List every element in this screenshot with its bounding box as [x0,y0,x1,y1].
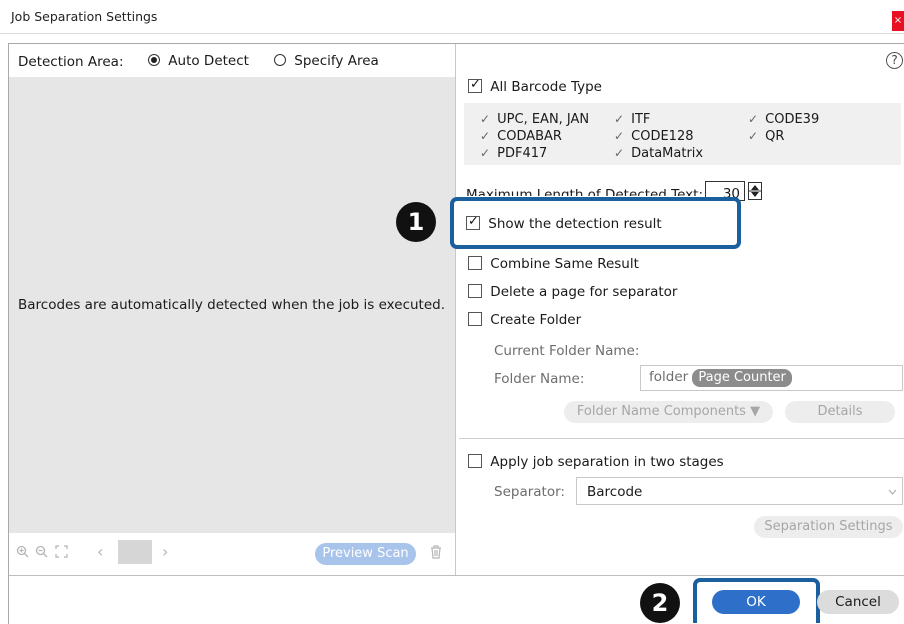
section-divider [459,438,904,439]
create-folder-label: Create Folder [490,312,582,328]
check-icon: ✓ [614,146,625,160]
chevron-down-icon [888,484,897,499]
trash-icon[interactable] [430,545,442,563]
max-length-label: Maximum Length of Detected Text: [466,187,704,196]
specify-area-radio[interactable]: Specify Area [274,53,379,69]
delete-page-label: Delete a page for separator [490,284,678,300]
preview-message: Barcodes are automatically detected when… [18,297,446,313]
footer-divider [9,575,904,576]
checkbox-checked-icon [468,77,482,93]
barcode-type-label: PDF417 [497,146,548,161]
combine-same-result-label: Combine Same Result [490,256,639,272]
barcode-type-label: QR [765,129,785,144]
barcode-type-qr[interactable]: ✓ QR [748,128,784,145]
separator-select[interactable]: Barcode [576,477,903,505]
all-barcode-type-checkbox[interactable]: All Barcode Type [468,77,602,97]
page-number-input[interactable] [118,540,152,564]
check-icon: ✓ [480,112,491,126]
barcode-type-label: CODABAR [497,129,562,144]
barcode-type-label: ITF [631,112,651,127]
current-folder-name-label: Current Folder Name: [494,343,640,359]
fit-page-icon[interactable] [55,545,68,561]
checkbox-icon [468,454,482,468]
check-icon: ✓ [480,129,491,143]
preview-scan-button[interactable]: Preview Scan [315,543,416,565]
auto-detect-radio[interactable]: Auto Detect [148,53,249,69]
check-icon: ✓ [480,146,491,160]
close-button[interactable]: × [892,11,904,31]
barcode-type-itf[interactable]: ✓ ITF [614,111,650,128]
show-detection-result-checkbox[interactable]: Show the detection result [466,214,662,234]
delete-page-checkbox[interactable]: Delete a page for separator [468,284,677,302]
window-title: Job Separation Settings [11,9,158,24]
combine-same-result-checkbox[interactable]: Combine Same Result [468,256,639,274]
detection-area-label: Detection Area: [18,54,124,70]
barcode-type-pdf417[interactable]: ✓ PDF417 [480,145,547,162]
barcode-type-upc[interactable]: ✓ UPC, EAN, JAN [480,111,589,128]
create-folder-checkbox[interactable]: Create Folder [468,312,581,330]
two-stage-label: Apply job separation in two stages [490,454,724,470]
check-icon: ✓ [614,129,625,143]
specify-area-label: Specify Area [294,53,379,69]
check-icon: ✓ [614,112,625,126]
folder-name-label: Folder Name: [494,371,585,387]
radio-unselected-icon [274,54,286,66]
checkbox-icon [468,284,482,298]
cancel-button[interactable]: Cancel [817,590,899,614]
show-detection-result-label: Show the detection result [488,216,662,232]
separator-label: Separator: [494,484,565,500]
barcode-type-label: DataMatrix [631,146,704,161]
help-icon[interactable]: ? [886,52,903,69]
ok-button[interactable]: OK [712,590,800,614]
details-button[interactable]: Details [785,401,895,423]
barcode-type-codabar[interactable]: ✓ CODABAR [480,128,562,145]
next-page-icon[interactable]: › [162,542,168,561]
barcode-type-datamatrix[interactable]: ✓ DataMatrix [614,145,703,162]
all-barcode-type-label: All Barcode Type [490,79,602,95]
barcode-type-code128[interactable]: ✓ CODE128 [614,128,694,145]
folder-name-prefix: folder [649,369,689,385]
page-counter-tag[interactable]: Page Counter [692,369,792,387]
check-icon: ✓ [748,112,759,126]
barcode-type-code39[interactable]: ✓ CODE39 [748,111,819,128]
two-stage-checkbox[interactable]: Apply job separation in two stages [468,454,724,472]
folder-name-components-button[interactable]: Folder Name Components ▼ [564,401,773,423]
separation-settings-button[interactable]: Separation Settings [754,516,903,538]
step-marker-1: 1 [396,202,436,242]
prev-page-icon[interactable]: ‹ [97,542,103,561]
zoom-out-icon[interactable] [35,545,48,561]
checkbox-icon [468,256,482,270]
zoom-in-icon[interactable] [16,545,29,561]
check-icon: ✓ [748,129,759,143]
auto-detect-label: Auto Detect [168,53,249,69]
max-length-spinner[interactable] [748,182,762,200]
barcode-type-label: UPC, EAN, JAN [497,112,590,127]
barcode-type-label: CODE39 [765,112,820,127]
radio-selected-icon [148,54,160,66]
separator-value: Barcode [587,484,643,500]
checkbox-icon [468,312,482,326]
barcode-type-label: CODE128 [631,129,694,144]
folder-name-input[interactable]: folder Page Counter [640,365,903,391]
checkbox-checked-icon [466,214,480,230]
step-marker-2: 2 [640,583,680,623]
pane-divider [455,44,456,575]
